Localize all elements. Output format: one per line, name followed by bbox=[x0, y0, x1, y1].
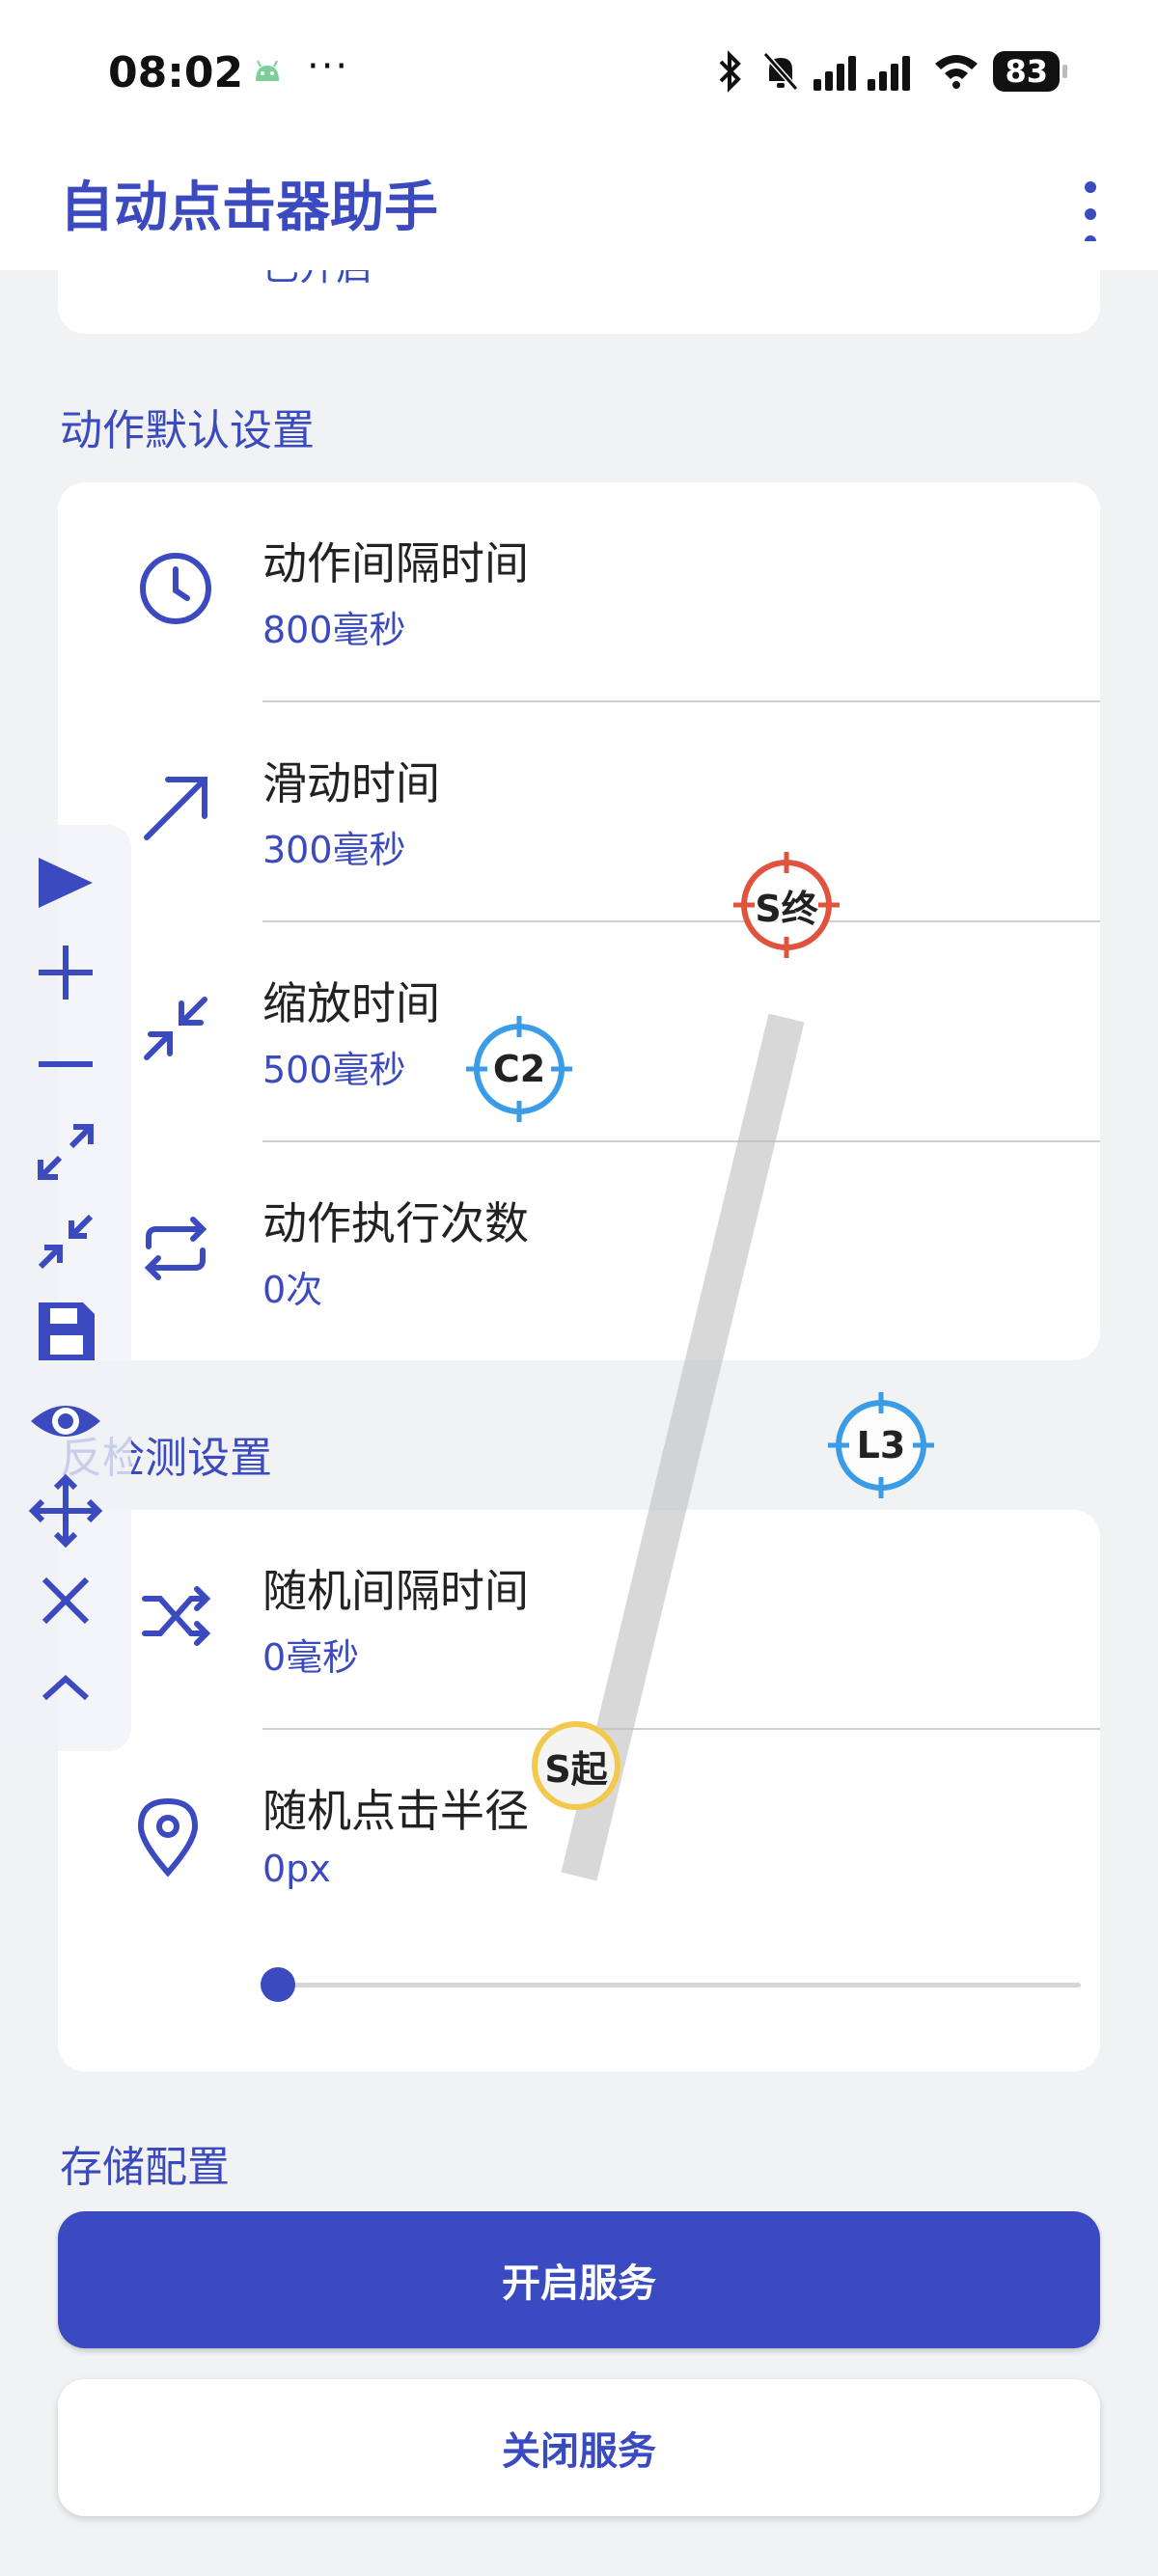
collapse-icon[interactable] bbox=[27, 1203, 104, 1280]
save-icon[interactable] bbox=[27, 1293, 104, 1370]
marker-label: S起 bbox=[544, 1747, 608, 1791]
close-icon[interactable] bbox=[27, 1562, 104, 1639]
long-press-marker-3[interactable]: L3 bbox=[828, 1392, 934, 1498]
play-icon[interactable] bbox=[27, 844, 104, 921]
click-marker-2[interactable]: C2 bbox=[466, 1016, 572, 1122]
swipe-start-marker[interactable]: S起 bbox=[526, 1715, 626, 1816]
move-icon[interactable] bbox=[27, 1472, 104, 1549]
swipe-path[interactable] bbox=[0, 0, 1158, 2576]
plus-icon[interactable] bbox=[27, 934, 104, 1011]
marker-label: C2 bbox=[492, 1048, 546, 1090]
swipe-end-marker[interactable]: S终 bbox=[733, 852, 840, 958]
marker-label: L3 bbox=[856, 1424, 906, 1466]
chevron-up-icon[interactable] bbox=[27, 1652, 104, 1729]
marker-label: S终 bbox=[755, 887, 818, 930]
eye-icon[interactable] bbox=[27, 1383, 104, 1460]
expand-icon[interactable] bbox=[27, 1113, 104, 1191]
floating-toolbar bbox=[0, 825, 131, 1751]
minus-icon[interactable] bbox=[27, 1024, 104, 1101]
